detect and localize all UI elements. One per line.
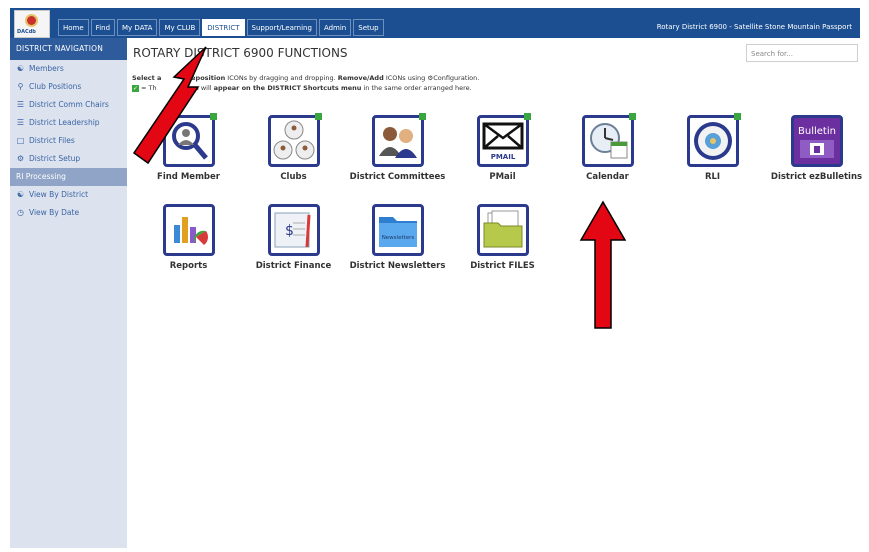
instruction-text: in the same order arranged here. (363, 84, 472, 92)
newsletters-icon-text: Newsletters (381, 235, 414, 241)
tile-clubs[interactable]: Clubs (241, 113, 346, 182)
tile-calendar[interactable]: Calendar (555, 113, 660, 182)
bulletin-icon-text: Bulletin (798, 126, 836, 137)
red-arrow-annotation (579, 200, 627, 329)
pmail-icon-text: PMAIL (490, 153, 515, 161)
tile-label: Clubs (280, 172, 307, 182)
clubs-icon (267, 113, 322, 167)
tile-district-files[interactable]: District FILES (450, 204, 555, 271)
sidebar-item-members[interactable]: ☯ Members (10, 60, 127, 78)
red-arrow-annotation (132, 46, 207, 165)
sidebar-header: DISTRICT NAVIGATION (10, 38, 127, 60)
tile-label: RLI (704, 172, 721, 182)
calendar-clock-icon (581, 113, 636, 167)
logo-text: DACdb (17, 29, 36, 35)
sidebar-item-district-files[interactable]: □ District Files (10, 132, 127, 150)
tab-admin[interactable]: Admin (318, 19, 352, 36)
tile-label: District Newsletters (349, 261, 446, 271)
bulletin-icon: Bulletin (790, 115, 843, 167)
instruction-remove-add: Remove/Add (337, 74, 384, 82)
people-icon: ☯ (16, 64, 25, 73)
list-icon: ☰ (16, 100, 25, 109)
sidebar-item-view-by-date[interactable]: ◷ View By Date (10, 204, 127, 222)
tile-district-newsletters[interactable]: Newsletters District Newsletters (345, 204, 450, 271)
rotary-logo[interactable]: DACdb (14, 10, 50, 38)
sidebar-item-label: RI Processing (16, 172, 66, 181)
shortcut-indicator (418, 113, 426, 120)
shortcut-indicator (314, 113, 322, 120)
rotary-wheel-icon (25, 14, 38, 27)
files-folder-icon (476, 204, 529, 256)
tile-rli[interactable]: RLI (660, 113, 765, 182)
finance-check-icon: $ (267, 204, 320, 256)
sidebar-item-label: View By District (29, 190, 89, 199)
sidebar-item-district-leadership[interactable]: ☰ District Leadership (10, 114, 127, 132)
instruction-text: ICONs using (385, 74, 426, 82)
tile-pmail[interactable]: PMAIL PMail (450, 113, 555, 182)
tile-label: District Committees (349, 172, 446, 182)
tile-district-committees[interactable]: District Committees (345, 113, 450, 182)
tab-my-data[interactable]: My DATA (117, 19, 158, 36)
sidebar-item-district-setup[interactable]: ⚙ District Setup (10, 150, 127, 168)
sidebar-item-label: View By Date (29, 208, 80, 217)
tile-label: Find Member (157, 172, 220, 182)
committee-people-icon (371, 113, 426, 167)
district-sidebar: DISTRICT NAVIGATION ☯ Members ⚲ Club Posit… (10, 38, 127, 548)
tile-label: Reports (169, 261, 208, 271)
tile-label: District Finance (255, 261, 332, 271)
shortcut-indicator (628, 113, 636, 120)
sidebar-item-district-comm-chairs[interactable]: ☰ District Comm Chairs (10, 96, 127, 114)
sidebar-item-label: District Leadership (29, 118, 100, 127)
instruction-text: ICONs by dragging and dropping. (227, 74, 336, 82)
main-tabs: Home Find My DATA My CLUB DISTRICT Suppo… (58, 19, 384, 36)
tile-label: District ezBulletins (770, 172, 863, 182)
tab-setup[interactable]: Setup (353, 19, 384, 36)
sidebar-item-label: District Comm Chairs (29, 100, 109, 109)
tab-find[interactable]: Find (90, 19, 116, 36)
top-navigation-bar: DACdb Home Find My DATA My CLUB DISTRICT… (10, 8, 860, 38)
rli-seal-icon (686, 113, 741, 167)
tile-district-finance[interactable]: $ District Finance (241, 204, 346, 271)
tile-label: Calendar (586, 172, 629, 182)
tile-district-ezbulletins[interactable]: Bulletin District ezBulletins (764, 115, 869, 182)
shortcut-indicator (523, 113, 531, 120)
configuration-link[interactable]: Configuration. (433, 74, 479, 82)
gear-icon: ⚙ (16, 154, 25, 163)
pmail-envelope-icon: PMAIL (476, 113, 531, 167)
folder-icon: □ (16, 136, 25, 145)
sidebar-item-view-by-district[interactable]: ☯ View By District (10, 186, 127, 204)
search-input[interactable]: Search for... (746, 44, 858, 62)
location-pin-icon: ⚲ (17, 82, 24, 91)
sidebar-item-label: District Files (29, 136, 75, 145)
tab-home[interactable]: Home (58, 19, 89, 36)
tile-label: PMail (489, 172, 516, 182)
tab-district[interactable]: DISTRICT (202, 19, 245, 36)
clock-icon: ◷ (17, 208, 24, 217)
sidebar-item-club-positions[interactable]: ⚲ Club Positions (10, 78, 127, 96)
reports-chart-icon (162, 204, 215, 256)
shortcut-indicator (733, 113, 741, 120)
tile-label: District FILES (470, 261, 535, 271)
tab-support-learning[interactable]: Support/Learning (246, 19, 317, 36)
sidebar-item-ri-processing[interactable]: RI Processing (10, 168, 127, 186)
main-content: ROTARY DISTRICT 6900 FUNCTIONS Search fo… (127, 38, 862, 548)
newsletter-folder-icon: Newsletters (371, 204, 424, 256)
sidebar-item-label: Club Positions (29, 82, 82, 91)
instruction-emphasis: appear on the DISTRICT Shortcuts menu (213, 84, 362, 92)
account-title: Rotary District 6900 - Satellite Stone M… (656, 23, 852, 31)
svg-text:$: $ (285, 223, 294, 239)
sidebar-item-label: District Setup (29, 154, 81, 163)
sidebar-item-label: Members (29, 64, 64, 73)
tab-my-club[interactable]: My CLUB (159, 19, 201, 36)
list-icon: ☰ (16, 118, 25, 127)
tile-reports[interactable]: Reports (136, 204, 241, 271)
people-icon: ☯ (16, 190, 25, 199)
